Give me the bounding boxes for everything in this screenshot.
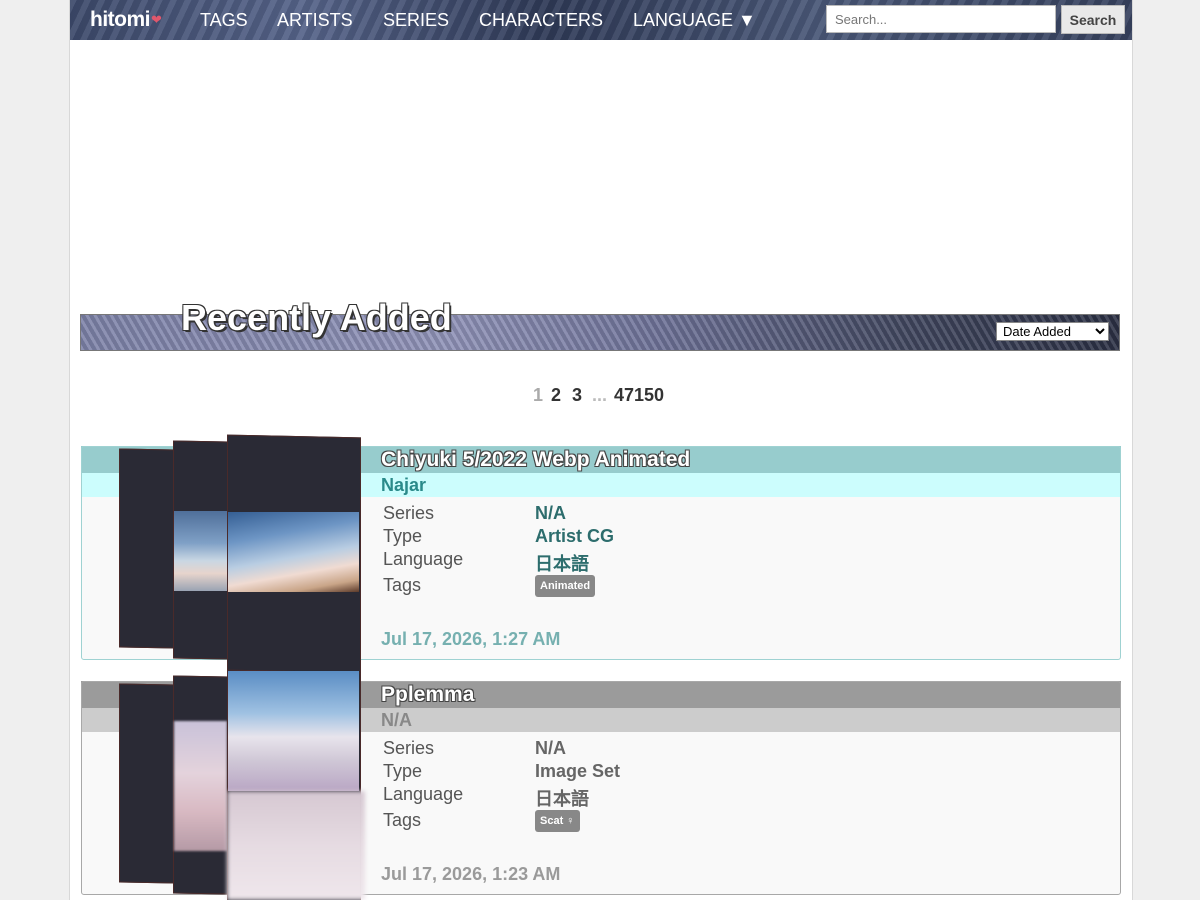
heart-icon: ❤ [151,12,162,27]
type-value[interactable]: Image Set [535,761,620,782]
gallery-date: Jul 17, 2026, 1:23 AM [381,864,561,884]
thumbnail-back [119,683,175,884]
gallery-title[interactable]: Pplemma [381,681,474,708]
page-link-2[interactable]: 2 [551,384,561,406]
language-value[interactable]: 日本語 [535,550,589,576]
language-value[interactable]: 日本語 [535,785,589,811]
gallery-card[interactable]: Chiyuki 5/2022 Webp Animated Najar Serie… [81,434,1121,674]
page-title: Recently Added [181,297,452,338]
thumbnail-image-middle [174,511,227,591]
gallery-artist[interactable]: N/A [381,708,412,732]
page-container: hitomi❤ TAGS ARTISTS SERIES CHARACTERS L… [69,0,1133,900]
page-current: 1 [533,385,544,405]
thumbnail-stack[interactable] [119,434,364,674]
search-button[interactable]: Search [1061,5,1125,34]
tag-badge[interactable]: Animated [535,575,596,597]
search-input[interactable] [826,5,1056,33]
language-label: Language [383,784,464,804]
logo-text: hitomi [90,8,151,31]
page-link-last[interactable]: 47150 [614,384,664,406]
thumbnail-image-middle [174,721,227,851]
language-label: Language [383,549,464,569]
top-nav-bar: hitomi❤ TAGS ARTISTS SERIES CHARACTERS L… [70,0,1132,40]
nav-link-artists[interactable]: ARTISTS [277,8,353,32]
thumbnail-image-front [228,512,359,592]
type-value[interactable]: Artist CG [535,526,614,547]
thumbnail-stack[interactable] [119,669,365,900]
series-value[interactable]: N/A [535,738,566,759]
series-label: Series [383,503,435,523]
nav-link-tags[interactable]: TAGS [200,8,248,32]
series-value[interactable]: N/A [535,503,566,524]
type-label: Type [383,526,423,546]
page-ellipsis: ... [592,385,608,405]
type-label: Type [383,761,423,781]
gallery-title[interactable]: Chiyuki 5/2022 Webp Animated [381,446,690,473]
series-label: Series [383,738,435,758]
nav-link-characters[interactable]: CHARACTERS [479,8,603,32]
thumbnail-blur-overlay [227,791,365,900]
tags-label: Tags [383,575,422,595]
gallery-date: Jul 17, 2026, 1:27 AM [381,629,561,649]
site-logo[interactable]: hitomi❤ [90,6,162,34]
page-link-3[interactable]: 3 [572,384,582,406]
sort-order-select[interactable]: Date Added [996,322,1109,341]
thumbnail-image-front [228,671,359,791]
pagination: 1 2 3 ... 47150 [70,384,1132,406]
nav-link-series[interactable]: SERIES [383,8,449,32]
gallery-artist[interactable]: Najar [381,473,426,497]
thumbnail-back [119,448,175,649]
gallery-card[interactable]: Pplemma N/A Series N/A Type Image Set La… [81,669,1121,900]
nav-link-language-dropdown[interactable]: LANGUAGE ▼ [633,8,756,32]
tag-badge[interactable]: Scat ♀ [535,810,580,832]
tags-label: Tags [383,810,422,830]
